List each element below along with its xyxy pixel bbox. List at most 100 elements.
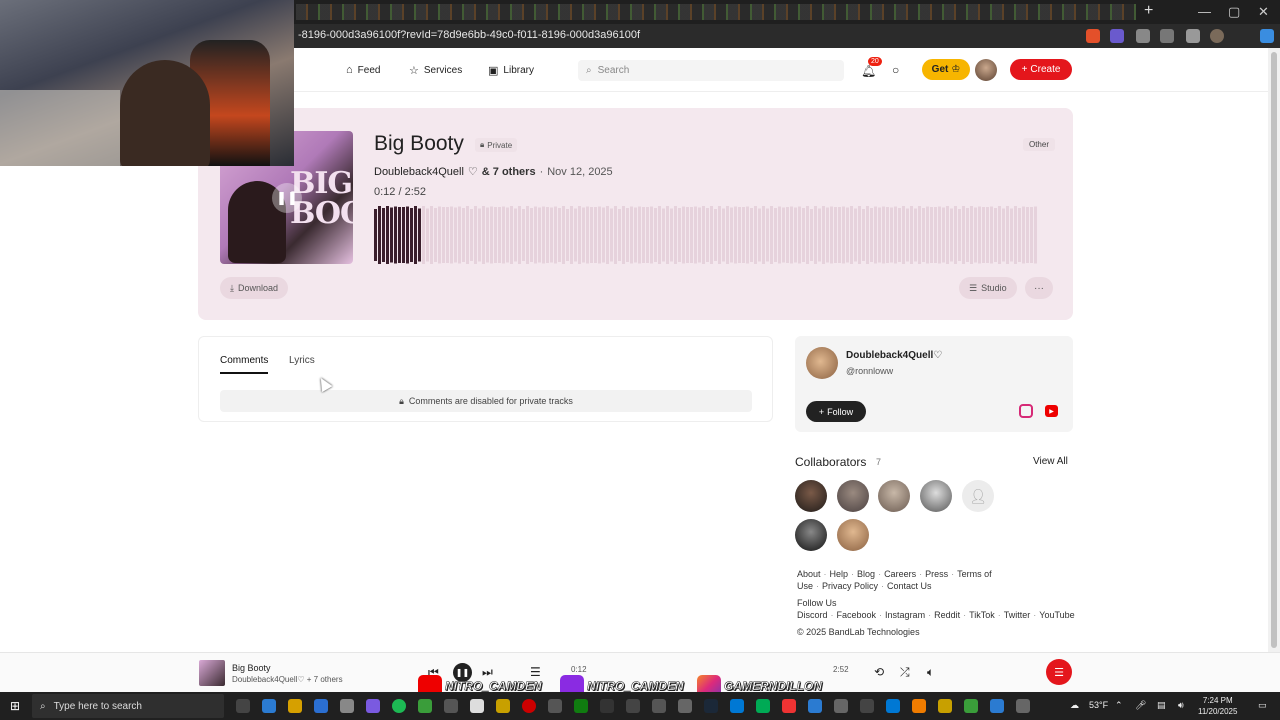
taskbar-clock[interactable]: 7:24 PM 11/20/2025	[1198, 695, 1237, 717]
nav-library[interactable]: ▣ Library	[488, 64, 534, 77]
cover-pause-icon[interactable]: ❚❚	[272, 183, 302, 213]
footer-link[interactable]: Discord	[797, 610, 828, 620]
maximize-button[interactable]: ▢	[1228, 4, 1240, 20]
waveform-scrubber[interactable]	[374, 205, 1038, 265]
app-icon[interactable]	[626, 699, 640, 713]
footer-link[interactable]: Reddit	[934, 610, 960, 620]
app-icon[interactable]	[938, 699, 952, 713]
footer-link[interactable]: Facebook	[837, 610, 877, 620]
browser-tabs[interactable]	[296, 4, 1136, 20]
tab-lyrics[interactable]: Lyrics	[289, 355, 315, 366]
footer-link[interactable]: TikTok	[969, 610, 995, 620]
download-button[interactable]: ⤓ Download	[220, 277, 289, 299]
obs-icon[interactable]	[548, 699, 562, 713]
player-title[interactable]: Big Booty	[232, 663, 271, 673]
copilot-icon[interactable]	[1260, 29, 1274, 43]
scrollbar-thumb[interactable]	[1271, 52, 1277, 648]
tab-comments[interactable]: Comments	[220, 355, 269, 374]
app-icon[interactable]	[860, 699, 874, 713]
footer-link[interactable]: Careers	[884, 569, 916, 579]
app-icon[interactable]	[444, 699, 458, 713]
nav-services[interactable]: ☆ Services	[409, 64, 462, 77]
notifications-bell-icon[interactable]: 🔔︎	[861, 64, 876, 78]
collaborator-avatar[interactable]	[795, 519, 827, 551]
profile-icon[interactable]	[1210, 29, 1224, 43]
app-icon[interactable]	[808, 699, 822, 713]
search-input[interactable]: ⌕ Search	[578, 60, 844, 81]
footer-link[interactable]: Help	[830, 569, 849, 579]
network-icon[interactable]: ▤	[1157, 700, 1166, 711]
extension-icon[interactable]	[1136, 29, 1150, 43]
windows-start-icon[interactable]: ⊞	[10, 699, 20, 713]
store-icon[interactable]	[340, 699, 354, 713]
notification-center-icon[interactable]: ▭	[1258, 700, 1267, 711]
task-view-icon[interactable]	[236, 699, 250, 713]
app-icon[interactable]	[886, 699, 900, 713]
minecraft-icon[interactable]	[418, 699, 432, 713]
more-options-button[interactable]: ···	[1025, 277, 1053, 299]
youtube-icon[interactable]: ▶	[1045, 405, 1058, 417]
artist-name[interactable]: Doubleback4Quell♡	[846, 350, 942, 361]
favorites-icon[interactable]	[1186, 29, 1200, 43]
create-button[interactable]: + Create	[1010, 59, 1072, 80]
app-icon[interactable]	[678, 699, 692, 713]
vlc-icon[interactable]	[912, 699, 926, 713]
collaborator-avatar[interactable]	[920, 480, 952, 512]
footer-link[interactable]: Press	[925, 569, 948, 579]
instagram-icon[interactable]	[1019, 404, 1033, 418]
tray-chevron-icon[interactable]: ⌃	[1115, 700, 1123, 711]
footer-link[interactable]: About	[797, 569, 821, 579]
collaborator-avatar[interactable]	[795, 480, 827, 512]
notepad-icon[interactable]	[470, 699, 484, 713]
studio-button[interactable]: ☰ Studio	[959, 277, 1017, 299]
url-text[interactable]: -8196-000d3a96100f?revId=78d9e6bb-49c0-f…	[298, 29, 640, 41]
speaker-icon[interactable]: 🔊︎	[1178, 700, 1184, 711]
edge-icon[interactable]	[262, 699, 276, 713]
page-scrollbar[interactable]	[1268, 48, 1280, 652]
extension-icon[interactable]	[1110, 29, 1124, 43]
app-icon[interactable]	[496, 699, 510, 713]
app-icon[interactable]	[730, 699, 744, 713]
steam-icon[interactable]	[704, 699, 718, 713]
app-icon[interactable]	[652, 699, 666, 713]
follow-button[interactable]: + Follow	[806, 401, 866, 422]
nav-feed[interactable]: ⌂ Feed	[346, 64, 380, 76]
footer-link[interactable]: Contact Us	[887, 581, 932, 591]
collaborator-avatar[interactable]	[878, 480, 910, 512]
volume-icon[interactable]: 🔈︎	[927, 665, 934, 680]
footer-link[interactable]: Twitter	[1004, 610, 1031, 620]
app-icon[interactable]	[366, 699, 380, 713]
microphone-icon[interactable]: 🎤︎	[1135, 700, 1146, 711]
outlook-icon[interactable]	[314, 699, 328, 713]
player-subtitle[interactable]: Doubleback4Quell♡ + 7 others	[232, 675, 343, 684]
user-avatar[interactable]	[975, 59, 997, 81]
collaborator-avatar[interactable]	[837, 480, 869, 512]
footer-link[interactable]: YouTube	[1039, 610, 1074, 620]
app-icon[interactable]	[756, 699, 770, 713]
extension-icon[interactable]	[1160, 29, 1174, 43]
taskbar-search[interactable]: ⌕ Type here to search	[32, 694, 224, 718]
xbox-icon[interactable]	[574, 699, 588, 713]
artist-link[interactable]: Doubleback4Quell	[374, 166, 464, 178]
minimize-button[interactable]: —	[1198, 4, 1211, 19]
app-icon[interactable]	[964, 699, 978, 713]
app-icon[interactable]	[782, 699, 796, 713]
others-link[interactable]: & 7 others	[482, 166, 536, 178]
footer-link[interactable]: Privacy Policy	[822, 581, 878, 591]
extension-icon[interactable]	[1086, 29, 1100, 43]
app-icon[interactable]	[834, 699, 848, 713]
app-icon[interactable]	[990, 699, 1004, 713]
weather-temp[interactable]: 53°F	[1089, 700, 1108, 710]
repeat-icon[interactable]: ⟲	[874, 665, 884, 679]
get-membership-button[interactable]: Get ♔	[922, 59, 970, 80]
view-all-link[interactable]: View All	[1033, 456, 1068, 467]
spotify-icon[interactable]	[392, 699, 406, 713]
new-tab-button[interactable]: +	[1144, 2, 1153, 20]
app-icon[interactable]	[600, 699, 614, 713]
messages-icon[interactable]: ○	[892, 63, 899, 77]
opera-icon[interactable]	[522, 699, 536, 713]
default-user-icon[interactable]: 👤︎	[962, 480, 994, 512]
footer-link[interactable]: Blog	[857, 569, 875, 579]
shuffle-icon[interactable]: ⤮	[900, 665, 910, 680]
collaborator-avatar[interactable]	[837, 519, 869, 551]
